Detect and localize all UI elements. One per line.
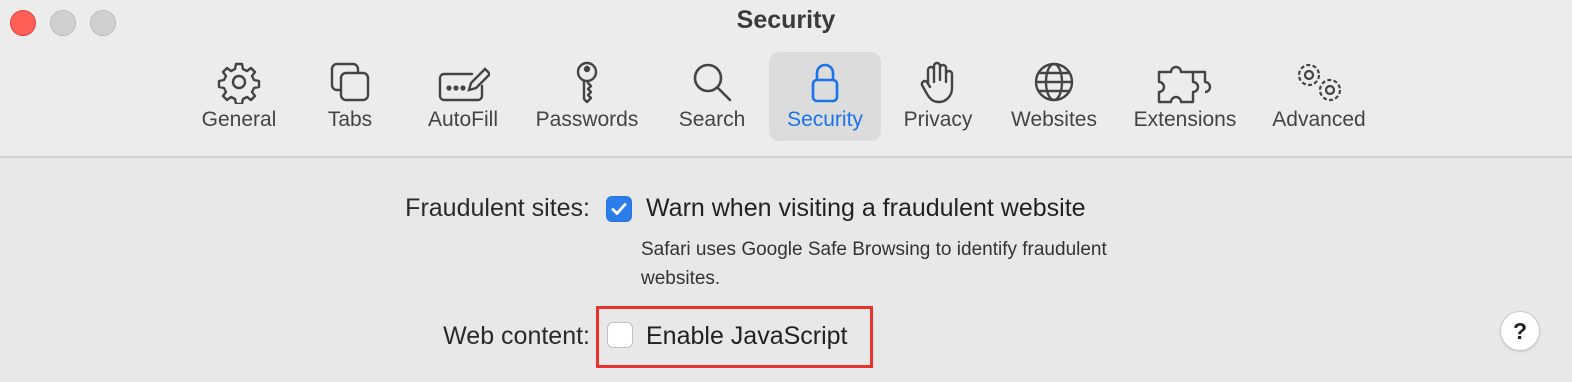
tab-general[interactable]: General [194,52,284,141]
tab-autofill-label: AutoFill [427,108,499,131]
globe-icon [1002,60,1106,104]
tab-search[interactable]: Search [664,52,760,141]
fraudulent-description: Safari uses Google Safe Browsing to iden… [641,239,1107,289]
highlight-box [596,306,873,368]
gear-icon [194,60,284,104]
search-icon [664,60,760,104]
tab-privacy-label: Privacy [903,108,973,131]
tab-passwords[interactable]: Passwords [527,52,647,141]
web-content-label: Web content: [443,322,590,350]
preferences-window: Security General Tabs AutoFill Passwords… [0,0,1572,382]
tab-advanced[interactable]: Advanced [1263,52,1375,141]
fraudulent-sites-label: Fraudulent sites: [405,194,590,222]
tab-security[interactable]: Security [769,52,881,141]
fraudulent-warning-checkbox[interactable] [606,196,632,222]
tab-extensions-label: Extensions [1133,108,1237,131]
tab-advanced-label: Advanced [1272,108,1366,131]
tabs-icon [305,60,395,104]
tab-autofill[interactable]: AutoFill [416,52,510,141]
tab-security-label: Security [787,108,863,131]
window-title: Security [736,6,836,34]
tab-search-label: Search [678,108,746,131]
puzzle-icon [1124,60,1246,104]
fraudulent-warning-option-label[interactable]: Warn when visiting a fraudulent website [646,194,1086,223]
autofill-icon [416,60,510,104]
tab-websites-label: Websites [1011,108,1097,131]
tab-tabs[interactable]: Tabs [305,52,395,141]
lock-icon [769,60,881,104]
checkmark-icon [611,203,627,215]
help-button[interactable]: ? [1500,311,1540,351]
tab-privacy[interactable]: Privacy [892,52,984,141]
tab-websites[interactable]: Websites [1002,52,1106,141]
toolbar-area: Security General Tabs AutoFill Passwords… [0,0,1572,158]
tab-tabs-label: Tabs [327,108,373,131]
hand-icon [892,60,984,104]
tab-extensions[interactable]: Extensions [1124,52,1246,141]
key-icon [527,60,647,104]
gears-icon [1263,60,1375,104]
tab-passwords-label: Passwords [535,108,639,131]
tab-general-label: General [201,108,277,131]
